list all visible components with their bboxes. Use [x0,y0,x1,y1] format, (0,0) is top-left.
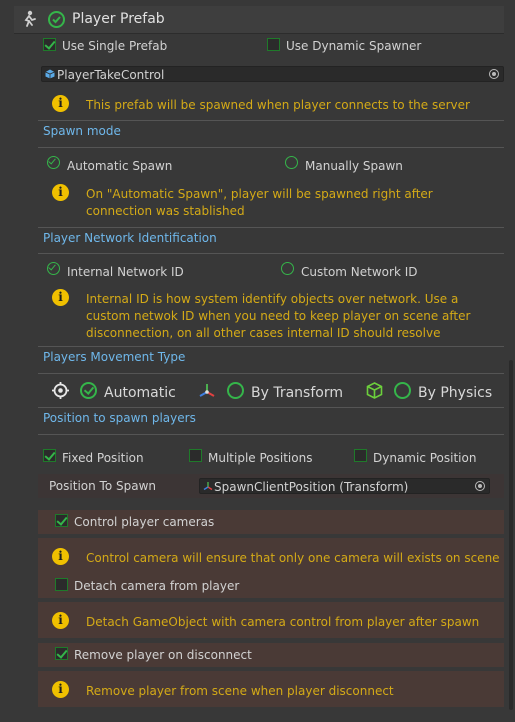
detach-camera-info-text: Detach GameObject with camera control fr… [86,615,480,629]
dynamic-position-checkbox[interactable] [354,449,367,462]
transform-axes-icon [203,482,213,491]
internal-network-id-label: Internal Network ID [67,265,184,279]
manually-spawn-label: Manually Spawn [305,159,403,173]
multiple-positions-label: Multiple Positions [208,451,313,465]
spawn-mode-info-text: On "Automatic Spawn", player will be spa… [86,187,433,218]
physics-cube-icon [366,382,383,399]
automatic-spawn-label: Automatic Spawn [67,159,173,173]
prefab-field-value: PlayerTakeControl [57,68,165,82]
automatic-spawn-radio[interactable] [47,156,60,169]
detach-camera-label: Detach camera from player [74,579,240,593]
fixed-position-checkbox[interactable] [43,449,56,462]
info-icon: i [52,681,69,698]
component-title: Player Prefab [72,11,165,27]
movement-by-physics-radio[interactable] [394,382,411,399]
detach-camera-checkbox[interactable] [55,578,68,591]
control-player-cameras-checkbox[interactable] [55,514,68,527]
spawn-mode-title: Spawn mode [43,124,121,138]
divider [38,227,504,228]
use-single-prefab-label: Use Single Prefab [62,39,168,53]
movement-by-physics-label: By Physics [418,385,493,401]
remove-player-label: Remove player on disconnect [74,648,252,662]
control-cameras-info-text: Control camera will ensure that only one… [86,551,500,565]
network-id-title: Player Network Identification [43,231,217,245]
use-dynamic-spawner-checkbox[interactable] [267,38,280,51]
movement-by-transform-label: By Transform [251,385,343,401]
multiple-positions-checkbox[interactable] [189,449,202,462]
divider [38,253,504,254]
divider [38,120,504,121]
movement-automatic-radio[interactable] [80,382,97,399]
position-to-spawn-label: Position To Spawn [49,479,156,493]
divider [38,434,504,435]
remove-player-info-text: Remove player from scene when player dis… [86,684,394,698]
component-header[interactable]: Player Prefab [14,6,504,34]
internal-network-id-radio[interactable] [47,262,60,275]
info-icon: i [52,95,69,112]
info-icon: i [52,612,69,629]
prefab-info-text: This prefab will be spawned when player … [86,98,470,112]
prefab-object-field[interactable]: PlayerTakeControl [41,66,504,82]
fixed-position-label: Fixed Position [62,451,144,465]
divider [38,407,504,408]
divider [38,147,504,148]
scrollbar[interactable] [509,360,513,710]
info-icon: i [52,289,69,306]
use-single-prefab-checkbox[interactable] [43,38,56,51]
manually-spawn-radio[interactable] [285,156,298,169]
position-title: Position to spawn players [43,411,196,425]
control-player-cameras-label: Control player cameras [74,515,215,529]
movement-automatic-label: Automatic [104,385,176,401]
divider [38,346,504,347]
remove-player-checkbox[interactable] [55,647,68,660]
player-network-icon [24,10,36,27]
position-field-value: SpawnClientPosition (Transform) [214,480,409,494]
movement-by-transform-radio[interactable] [227,382,244,399]
info-icon: i [52,184,69,201]
network-id-info-text: Internal ID is how system identify objec… [86,292,471,340]
position-object-field[interactable]: SpawnClientPosition (Transform) [199,478,490,494]
custom-network-id-label: Custom Network ID [301,265,418,279]
dynamic-position-label: Dynamic Position [373,451,477,465]
crosshair-icon [52,382,69,399]
custom-network-id-radio[interactable] [281,262,294,275]
enabled-check-icon[interactable] [48,11,65,28]
prefab-cube-icon [45,69,55,79]
movement-type-title: Players Movement Type [43,350,186,364]
info-icon: i [52,548,69,565]
object-picker-icon[interactable] [489,69,499,79]
divider [38,373,504,374]
object-picker-icon[interactable] [475,481,485,491]
transform-axes-icon [199,384,215,397]
use-dynamic-spawner-label: Use Dynamic Spawner [286,39,422,53]
